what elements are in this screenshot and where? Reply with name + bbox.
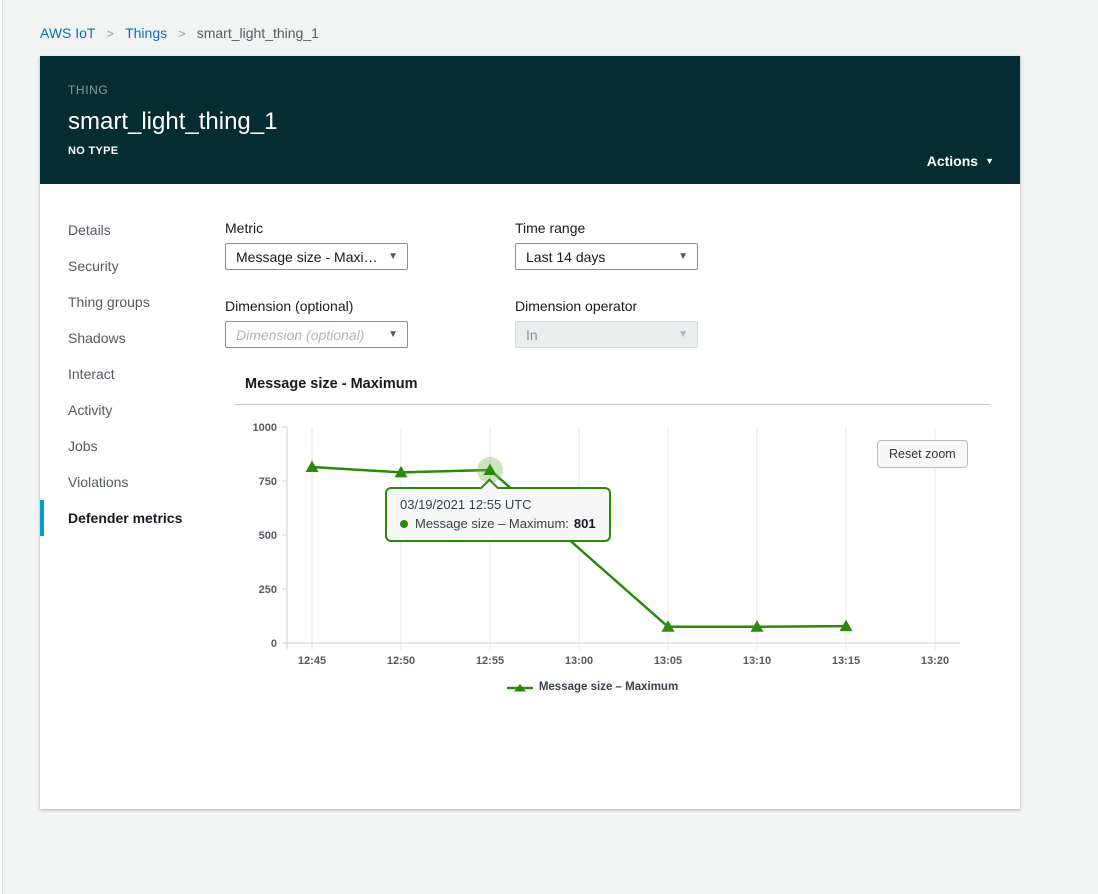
filters-row-1: Metric Message size - Maxi… ▼ Time range…	[225, 220, 1020, 270]
sidebar-item-activity[interactable]: Activity	[40, 392, 225, 428]
breadcrumb-separator-icon: >	[178, 26, 186, 41]
actions-button-label: Actions	[927, 153, 978, 169]
metric-select-value: Message size - Maxi…	[236, 249, 378, 265]
breadcrumb-separator-icon: >	[107, 26, 115, 41]
sidebar-item-jobs[interactable]: Jobs	[40, 428, 225, 464]
breadcrumb-link-things[interactable]: Things	[125, 25, 167, 41]
dimension-operator-label: Dimension operator	[515, 298, 698, 314]
collapsed-nav-divider	[0, 0, 3, 894]
y-axis-tick-label: 500	[259, 530, 277, 542]
chevron-down-icon: ▼	[678, 251, 688, 262]
y-axis-tick-label: 750	[259, 476, 277, 488]
metric-select[interactable]: Message size - Maxi… ▼	[225, 243, 408, 270]
breadcrumb-link-aws-iot[interactable]: AWS IoT	[40, 25, 96, 41]
x-axis-tick-label: 12:50	[387, 655, 415, 667]
thing-type-label: NO TYPE	[68, 145, 992, 157]
metric-field: Metric Message size - Maxi… ▼	[225, 220, 408, 270]
dimension-operator-value: In	[526, 327, 538, 343]
chevron-down-icon: ▼	[985, 156, 994, 166]
chevron-down-icon: ▼	[388, 329, 398, 340]
time-range-select-value: Last 14 days	[526, 249, 605, 265]
x-axis-tick-label: 12:55	[476, 655, 504, 667]
sidebar-item-shadows[interactable]: Shadows	[40, 320, 225, 356]
metric-label: Metric	[225, 220, 408, 236]
dimension-label: Dimension (optional)	[225, 298, 408, 314]
tooltip-series-label: Message size – Maximum:	[415, 516, 569, 531]
reset-zoom-button[interactable]: Reset zoom	[877, 440, 968, 468]
series-triangle-marker-icon	[507, 681, 533, 693]
x-axis-tick-label: 13:15	[832, 655, 860, 667]
legend-item[interactable]: Message size – Maximum	[507, 681, 678, 693]
time-range-select[interactable]: Last 14 days ▼	[515, 243, 698, 270]
sidebar-item-security[interactable]: Security	[40, 248, 225, 284]
tooltip-timestamp: 03/19/2021 12:55 UTC	[400, 497, 596, 512]
chart-title: Message size - Maximum	[245, 376, 1020, 392]
chevron-down-icon: ▼	[388, 251, 398, 262]
y-axis-tick-label: 0	[271, 638, 277, 650]
thing-nav-sidebar: Details Security Thing groups Shadows In…	[40, 184, 225, 809]
breadcrumb: AWS IoT > Things > smart_light_thing_1	[0, 0, 1098, 56]
chart-tooltip: 03/19/2021 12:55 UTC Message size – Maxi…	[385, 487, 611, 542]
dimension-select[interactable]: Dimension (optional) ▼	[225, 321, 408, 348]
chevron-down-icon: ▼	[678, 329, 688, 340]
filters-row-2: Dimension (optional) Dimension (optional…	[225, 298, 1020, 348]
thing-header: THING smart_light_thing_1 NO TYPE Action…	[40, 56, 1020, 184]
metrics-chart[interactable]: 12:45 12:50 12:55 13:00 13:05 13:10 13:15 13:20…	[225, 417, 1020, 669]
dimension-operator-field: Dimension operator In ▼	[515, 298, 698, 348]
x-axis-tick-label: 13:20	[921, 655, 949, 667]
chart-legend: Message size – Maximum	[225, 681, 960, 693]
x-axis-tick-label: 12:45	[298, 655, 326, 667]
sidebar-item-interact[interactable]: Interact	[40, 356, 225, 392]
card-body: Details Security Thing groups Shadows In…	[40, 184, 1020, 809]
y-axis-tick-label: 250	[259, 584, 277, 596]
y-axis-tick-label: 1000	[253, 422, 277, 434]
breadcrumb-current-page: smart_light_thing_1	[197, 25, 319, 41]
sidebar-item-violations[interactable]: Violations	[40, 464, 225, 500]
sidebar-item-defender-metrics[interactable]: Defender metrics	[40, 500, 225, 536]
sidebar-item-details[interactable]: Details	[40, 212, 225, 248]
legend-label: Message size – Maximum	[539, 681, 678, 693]
time-range-label: Time range	[515, 220, 698, 236]
dimension-select-placeholder: Dimension (optional)	[236, 327, 364, 343]
defender-metrics-pane: Metric Message size - Maxi… ▼ Time range…	[225, 184, 1020, 809]
dimension-field: Dimension (optional) Dimension (optional…	[225, 298, 408, 348]
series-dot-icon	[400, 520, 408, 528]
time-range-field: Time range Last 14 days ▼	[515, 220, 698, 270]
dimension-operator-select: In ▼	[515, 321, 698, 348]
section-divider	[235, 404, 990, 405]
actions-button[interactable]: Actions ▼	[927, 153, 994, 169]
tooltip-series-line: Message size – Maximum: 801	[400, 516, 596, 531]
thing-eyebrow-label: THING	[68, 83, 992, 97]
tooltip-value: 801	[574, 516, 596, 531]
sidebar-item-thing-groups[interactable]: Thing groups	[40, 284, 225, 320]
thing-detail-card: THING smart_light_thing_1 NO TYPE Action…	[40, 56, 1020, 809]
x-axis-tick-label: 13:00	[565, 655, 593, 667]
page-title: smart_light_thing_1	[68, 108, 992, 136]
x-axis-tick-label: 13:10	[743, 655, 771, 667]
x-axis-tick-label: 13:05	[654, 655, 682, 667]
